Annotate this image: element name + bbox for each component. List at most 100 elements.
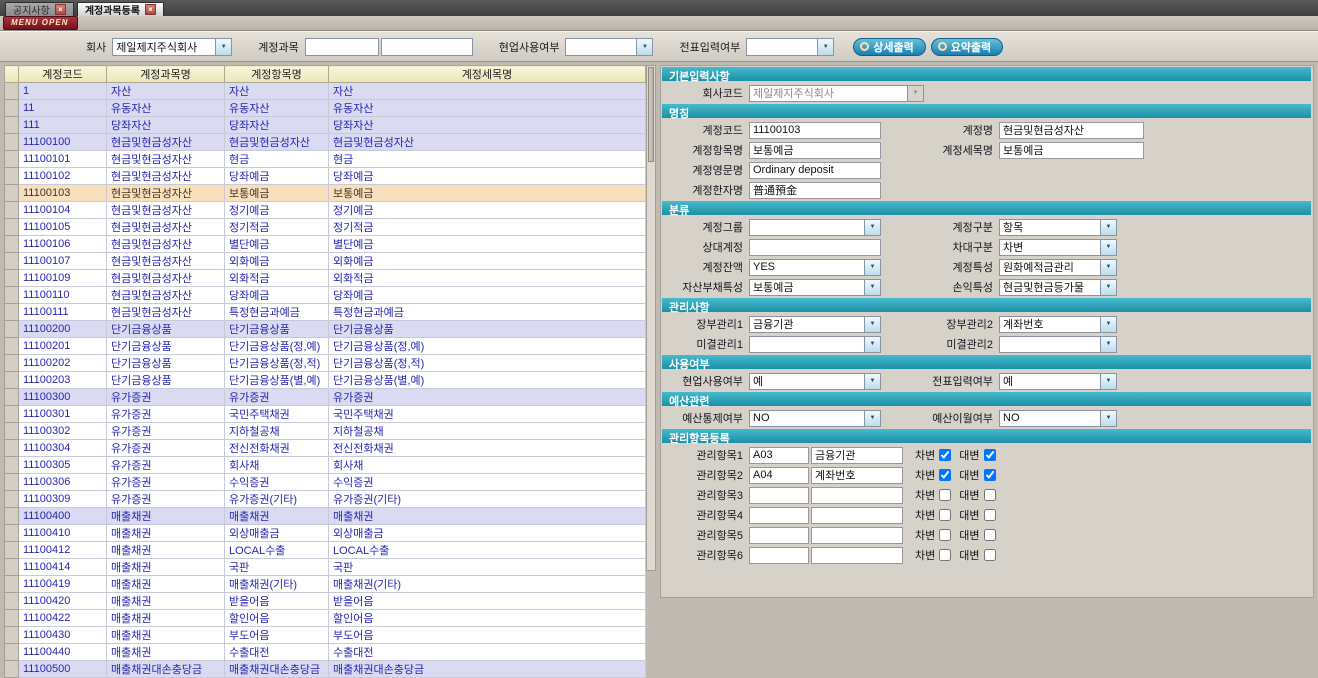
grid-cell[interactable]: 매출채권 <box>107 627 225 644</box>
col-header-account-code[interactable]: 계정코드 <box>19 66 107 83</box>
grid-cell[interactable]: 당좌자산 <box>225 117 329 134</box>
grid-cell[interactable]: 매출채권 <box>107 610 225 627</box>
grid-cell[interactable]: 지하철공채 <box>225 423 329 440</box>
chevron-down-icon[interactable]: ▼ <box>1100 374 1116 389</box>
grid-cell[interactable]: 현금및현금성자산 <box>107 236 225 253</box>
row-selector[interactable] <box>5 321 19 338</box>
grid-cell[interactable]: 현금 <box>225 151 329 168</box>
grid-cell[interactable]: 부도어음 <box>329 627 646 644</box>
grid-cell[interactable]: 유가증권 <box>107 474 225 491</box>
grid-row[interactable]: 11100106현금및현금성자산별단예금별단예금 <box>5 236 646 253</box>
grid-cell[interactable]: 11100200 <box>19 321 107 338</box>
grid-cell[interactable]: 외화적금 <box>329 270 646 287</box>
grid-cell[interactable]: 당좌자산 <box>329 117 646 134</box>
grid-row[interactable]: 11100105현금및현금성자산정기적금정기적금 <box>5 219 646 236</box>
account-name-field[interactable] <box>999 122 1144 139</box>
chevron-down-icon[interactable]: ▼ <box>864 280 880 295</box>
grid-row[interactable]: 1자산자산자산 <box>5 83 646 100</box>
grid-cell[interactable]: 11100202 <box>19 355 107 372</box>
account-name-input[interactable] <box>381 38 473 56</box>
grid-cell[interactable]: 단기금융상품 <box>107 321 225 338</box>
row-selector[interactable] <box>5 151 19 168</box>
grid-cell[interactable]: 전신전화채권 <box>329 440 646 457</box>
grid-cell[interactable]: 11100105 <box>19 219 107 236</box>
grid-cell[interactable]: 11100203 <box>19 372 107 389</box>
grid-cell[interactable]: 수익증권 <box>329 474 646 491</box>
grid-cell[interactable]: 11100304 <box>19 440 107 457</box>
mgmt-item2-name-field[interactable] <box>811 467 903 484</box>
mgmt-item2-debit-checkbox[interactable] <box>939 469 951 481</box>
grid-cell[interactable]: 11100110 <box>19 287 107 304</box>
row-selector[interactable] <box>5 508 19 525</box>
grid-row[interactable]: 11100440매출채권수출대전수출대전 <box>5 644 646 661</box>
chevron-down-icon[interactable]: ▼ <box>864 260 880 275</box>
grid-cell[interactable]: 외상매출금 <box>225 525 329 542</box>
grid-cell[interactable]: 유가증권(기타) <box>225 491 329 508</box>
mgmt-item3-credit-checkbox[interactable] <box>984 489 996 501</box>
grid-row[interactable]: 11100304유가증권전신전화채권전신전화채권 <box>5 440 646 457</box>
grid-cell[interactable]: 매출채권대손충당금 <box>107 661 225 678</box>
grid-cell[interactable]: 11100102 <box>19 168 107 185</box>
grid-cell[interactable]: 11100414 <box>19 559 107 576</box>
col-header-detail-name[interactable]: 계정세목명 <box>329 66 646 83</box>
grid-cell[interactable]: 수출대전 <box>225 644 329 661</box>
grid-row[interactable]: 11100107현금및현금성자산외화예금외화예금 <box>5 253 646 270</box>
row-selector[interactable] <box>5 270 19 287</box>
grid-cell[interactable]: 매출채권 <box>225 508 329 525</box>
grid-cell[interactable]: 현금및현금성자산 <box>107 151 225 168</box>
row-selector[interactable] <box>5 491 19 508</box>
grid-cell[interactable]: 11100104 <box>19 202 107 219</box>
grid-cell[interactable]: 11100500 <box>19 661 107 678</box>
mgmt-item4-debit-checkbox[interactable] <box>939 509 951 521</box>
grid-cell[interactable]: 유가증권 <box>107 423 225 440</box>
account-code-input[interactable] <box>305 38 379 56</box>
grid-cell[interactable]: 별단예금 <box>329 236 646 253</box>
grid-cell[interactable]: 수출대전 <box>329 644 646 661</box>
asset-liability-select[interactable]: 보통예금 ▼ <box>749 279 881 296</box>
grid-cell[interactable]: 매출채권대손충당금 <box>225 661 329 678</box>
grid-row[interactable]: 11유동자산유동자산유동자산 <box>5 100 646 117</box>
grid-row[interactable]: 11100201단기금융상품단기금융상품(정,예)단기금융상품(정,예) <box>5 338 646 355</box>
row-selector[interactable] <box>5 661 19 678</box>
pending-mgmt2-select[interactable]: ▼ <box>999 336 1117 353</box>
chevron-down-icon[interactable]: ▼ <box>1100 317 1116 332</box>
grid-row[interactable]: 11100430매출채권부도어음부도어음 <box>5 627 646 644</box>
grid-row[interactable]: 11100300유가증권유가증권유가증권 <box>5 389 646 406</box>
summary-print-button[interactable]: 요약출력 <box>931 38 1003 56</box>
chevron-down-icon[interactable]: ▼ <box>864 220 880 235</box>
grid-cell[interactable]: 단기금융상품(별,예) <box>225 372 329 389</box>
chevron-down-icon[interactable]: ▼ <box>864 374 880 389</box>
grid-row[interactable]: 11100412매출채권LOCAL수출LOCAL수출 <box>5 542 646 559</box>
chevron-down-icon[interactable]: ▼ <box>1100 280 1116 295</box>
row-selector[interactable] <box>5 236 19 253</box>
chevron-down-icon[interactable]: ▼ <box>1100 240 1116 255</box>
grid-cell[interactable]: 정기예금 <box>329 202 646 219</box>
grid-cell[interactable]: 매출채권 <box>107 525 225 542</box>
grid-cell[interactable]: 매출채권 <box>107 576 225 593</box>
grid-row[interactable]: 11100422매출채권할인어음할인어음 <box>5 610 646 627</box>
mgmt-item1-name-field[interactable] <box>811 447 903 464</box>
profit-loss-select[interactable]: 현금및현금등가물 ▼ <box>999 279 1117 296</box>
row-selector[interactable] <box>5 423 19 440</box>
grid-cell[interactable]: LOCAL수출 <box>329 542 646 559</box>
grid-row[interactable]: 11100103현금및현금성자산보통예금보통예금 <box>5 185 646 202</box>
field-use-select[interactable]: ▼ <box>565 38 653 56</box>
chevron-down-icon[interactable]: ▼ <box>1100 260 1116 275</box>
mgmt-item5-credit-checkbox[interactable] <box>984 529 996 541</box>
ledger-mgmt1-select[interactable]: 금융기관 ▼ <box>749 316 881 333</box>
grid-row[interactable]: 11100400매출채권매출채권매출채권 <box>5 508 646 525</box>
grid-row[interactable]: 11100203단기금융상품단기금융상품(별,예)단기금융상품(별,예) <box>5 372 646 389</box>
tab-close-icon[interactable]: × <box>145 4 156 15</box>
grid-cell[interactable]: 외상매출금 <box>329 525 646 542</box>
ledger-mgmt2-select[interactable]: 계좌번호 ▼ <box>999 316 1117 333</box>
grid-cell[interactable]: 매출채권 <box>329 508 646 525</box>
grid-row[interactable]: 11100110현금및현금성자산당좌예금당좌예금 <box>5 287 646 304</box>
grid-cell[interactable]: 단기금융상품 <box>329 321 646 338</box>
grid-cell[interactable]: 부도어음 <box>225 627 329 644</box>
grid-cell[interactable]: 외화예금 <box>225 253 329 270</box>
mgmt-item1-credit-checkbox[interactable] <box>984 449 996 461</box>
grid-cell[interactable]: 유가증권 <box>107 406 225 423</box>
mgmt-item2-credit-checkbox[interactable] <box>984 469 996 481</box>
tab-account-registration[interactable]: 계정과목등록 × <box>77 2 164 16</box>
mgmt-item5-name-field[interactable] <box>811 527 903 544</box>
